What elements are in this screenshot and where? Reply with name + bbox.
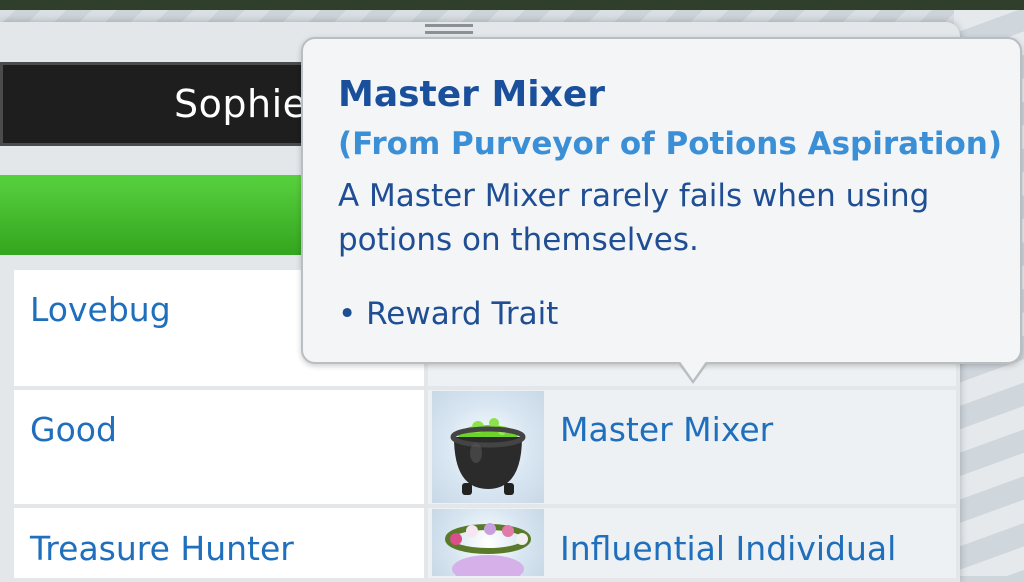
trait-label: Master Mixer <box>560 410 774 449</box>
tooltip-source: (From Purveyor of Potions Aspiration) <box>338 126 1003 162</box>
trait-label: Lovebug <box>30 290 171 329</box>
tooltip-pointer-fill <box>679 360 707 380</box>
sim-name: Sophie <box>174 82 307 126</box>
cauldron-icon <box>432 391 544 503</box>
progress-bar <box>0 175 320 255</box>
panel-drag-handle[interactable] <box>425 24 473 34</box>
trait-label: Influential Individual <box>560 529 897 568</box>
world-strip <box>0 0 1024 10</box>
flower-crown-icon <box>432 509 544 576</box>
tooltip-description: A Master Mixer rarely fails when using p… <box>338 178 930 258</box>
trait-label: Treasure Hunter <box>30 529 294 568</box>
trait-label: Good <box>30 410 117 449</box>
tooltip-bullet: • Reward Trait <box>338 296 559 332</box>
tooltip-title: Master Mixer <box>338 74 606 115</box>
